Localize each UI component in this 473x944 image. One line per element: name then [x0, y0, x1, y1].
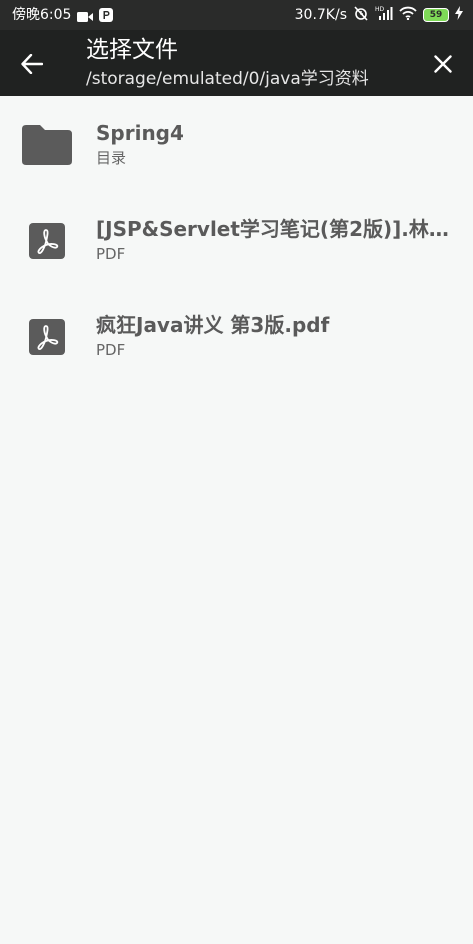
- pdf-icon: [22, 220, 72, 262]
- pdf-icon: [22, 316, 72, 358]
- battery-icon: 59: [423, 8, 449, 22]
- parking-icon: [99, 8, 114, 22]
- file-name: [JSP&Servlet学习笔记(第2版)].林…: [96, 217, 449, 241]
- status-bar: 傍晚6:05 30.7K/s HD 59: [0, 0, 473, 30]
- file-type: 目录: [96, 149, 127, 167]
- list-item[interactable]: 疯狂Java讲义 第3版.pdf PDF: [0, 288, 473, 384]
- status-bar-right: 30.7K/s HD 59: [295, 5, 463, 25]
- arrow-left-icon: [21, 54, 43, 74]
- file-type: PDF: [96, 341, 126, 359]
- network-speed: 30.7K/s: [294, 7, 347, 23]
- video-camera-icon: [77, 10, 94, 22]
- alarm-off-icon: [353, 5, 369, 25]
- status-time: 傍晚6:05: [12, 7, 72, 23]
- wifi-icon: [399, 6, 417, 24]
- status-bar-left: 傍晚6:05: [12, 5, 114, 25]
- close-button[interactable]: [425, 46, 461, 82]
- file-name: Spring4: [96, 121, 184, 145]
- file-type: PDF: [96, 245, 126, 263]
- app-bar: 选择文件 /storage/emulated/0/java学习资料: [0, 30, 473, 96]
- file-name: 疯狂Java讲义 第3版.pdf: [96, 313, 330, 337]
- svg-text:HD: HD: [375, 6, 385, 13]
- folder-icon: [22, 124, 72, 166]
- cellular-signal-icon: HD: [375, 5, 393, 25]
- page-title: 选择文件: [86, 37, 178, 63]
- list-item[interactable]: [JSP&Servlet学习笔记(第2版)].林… PDF: [0, 192, 473, 288]
- list-item[interactable]: Spring4 目录: [0, 96, 473, 192]
- file-list: Spring4 目录 [JSP&Servlet学习笔记(第2版)].林… PDF…: [0, 96, 473, 384]
- back-button[interactable]: [14, 46, 50, 82]
- charging-icon: [455, 6, 463, 24]
- current-path: /storage/emulated/0/java学习资料: [86, 69, 369, 89]
- close-icon: [434, 55, 452, 73]
